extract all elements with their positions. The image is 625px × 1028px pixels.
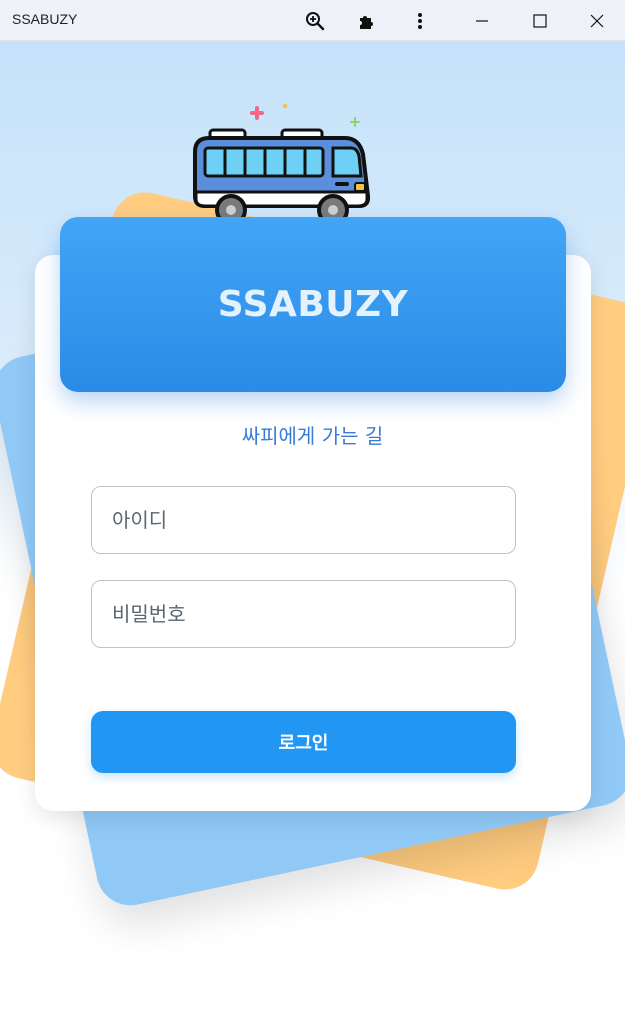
- minimize-icon[interactable]: [462, 0, 502, 41]
- maximize-icon[interactable]: [520, 0, 560, 41]
- password-input[interactable]: [91, 580, 516, 648]
- login-button[interactable]: 로그인: [91, 711, 516, 773]
- close-icon[interactable]: [577, 0, 617, 41]
- window-titlebar: SSABUZY: [0, 0, 625, 41]
- bus-icon: [185, 100, 375, 226]
- app-title: SSABUZY: [217, 284, 409, 325]
- zoom-in-icon[interactable]: [295, 0, 335, 41]
- window-title: SSABUZY: [12, 11, 78, 27]
- id-input[interactable]: [91, 486, 516, 554]
- puzzle-icon[interactable]: [347, 0, 387, 41]
- kebab-menu-icon[interactable]: [400, 0, 440, 41]
- app-subtitle: 싸피에게 가는 길: [241, 424, 384, 448]
- app-header-banner: SSABUZY: [60, 217, 566, 392]
